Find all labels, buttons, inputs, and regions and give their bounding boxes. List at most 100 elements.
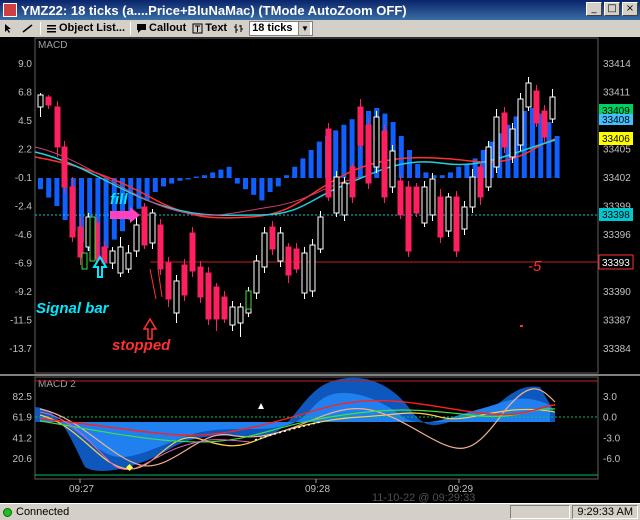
- right-axis-label: 33390: [603, 287, 631, 298]
- maximize-button[interactable]: □: [604, 2, 620, 16]
- toolbar: Object List... Callout Text 18 ticks ▼: [0, 20, 640, 36]
- stopped-annotation: stopped: [112, 337, 171, 354]
- status-cell-blank: [510, 505, 571, 519]
- candle-body: [389, 150, 396, 188]
- time-label-0928: 09:28: [305, 484, 330, 495]
- histogram-bar: [38, 178, 43, 190]
- candle-body: [509, 128, 516, 158]
- candle-body: [309, 244, 316, 292]
- left-axis-label: 9.0: [18, 59, 32, 70]
- chart-area[interactable]: MACD 9.0 6.8 4.5 2.2 -0.1 -2.4 -4.6 -6.9 -9.2 -11…: [0, 37, 640, 504]
- list-icon: [47, 24, 56, 32]
- histogram-bar: [464, 164, 470, 178]
- candle-body: [405, 186, 412, 252]
- candle-body: [189, 232, 196, 272]
- histogram-bar: [267, 178, 273, 192]
- histogram-bar: [554, 136, 560, 178]
- close-button[interactable]: ×: [622, 2, 638, 16]
- line-tool-icon: [22, 23, 33, 33]
- candle-body: [381, 130, 388, 198]
- candle-body: [397, 180, 404, 216]
- histogram-bar: [316, 141, 322, 178]
- histogram-bar: [169, 178, 175, 184]
- text-button[interactable]: Text: [189, 21, 230, 36]
- macd2-right-label: -6.0: [603, 454, 621, 465]
- line-tool[interactable]: [19, 21, 38, 36]
- candle-body: [501, 112, 508, 148]
- macd2-right-axis: 3.0 0.0 -3.0 -6.0: [603, 392, 621, 465]
- candle-body: [429, 178, 436, 216]
- cursor-tool[interactable]: [0, 21, 19, 36]
- candle-body: [413, 186, 420, 214]
- candle-body: [109, 250, 116, 264]
- histogram-bar: [292, 166, 298, 178]
- text-label: Text: [205, 22, 228, 34]
- histogram-bar: [111, 178, 117, 240]
- macd2-left-label: 41.2: [13, 433, 33, 444]
- candle-body: [133, 224, 140, 252]
- candle-body: [333, 176, 340, 214]
- candle-body: [461, 206, 468, 230]
- candle-body: [437, 196, 444, 238]
- histogram-bar: [103, 178, 109, 248]
- candle-body: [549, 96, 556, 120]
- price-tag-text: 33398: [602, 210, 630, 221]
- right-axis-label: 33384: [603, 344, 631, 355]
- app-icon: [3, 3, 17, 17]
- histogram-bar: [308, 150, 314, 178]
- title-bar[interactable]: YMZ22: 18 ticks (a....Price+BluNaMac) (T…: [0, 0, 640, 20]
- candle-body: [285, 246, 292, 276]
- signal-candle: [81, 252, 88, 270]
- window-title: YMZ22: 18 ticks (a....Price+BluNaMac) (T…: [21, 2, 407, 18]
- candle-body: [261, 232, 268, 268]
- histogram-bar: [456, 166, 462, 178]
- left-axis-label: -0.1: [15, 173, 33, 184]
- histogram-bar: [300, 158, 306, 178]
- left-axis-label: -2.4: [15, 202, 33, 213]
- connection-icon: [3, 507, 12, 517]
- status-bar: Connected 9:29:33 AM: [0, 503, 640, 520]
- interval-dropdown[interactable]: 18 ticks ▼: [249, 20, 314, 36]
- bar-interval-icon: [234, 23, 244, 33]
- candle-body: [349, 166, 356, 198]
- candle-body: [221, 296, 228, 320]
- price-tag-33408: 33408: [599, 114, 633, 126]
- candle-body: [54, 106, 61, 148]
- candle-body: [205, 272, 212, 320]
- histogram-bar: [407, 150, 412, 178]
- left-axis-label: -6.9: [15, 259, 33, 270]
- candle-body: [293, 248, 300, 270]
- histogram-bar: [136, 178, 142, 209]
- macd2-left-label: 61.9: [13, 413, 33, 424]
- histogram-bar: [423, 172, 429, 178]
- histogram-bar: [341, 124, 347, 178]
- left-axis-label: 6.8: [18, 88, 32, 99]
- left-axis-label: -11.5: [10, 316, 32, 327]
- left-axis-label: 4.5: [18, 116, 32, 127]
- candle-body: [533, 90, 540, 124]
- price-tag-text: 33406: [602, 134, 630, 145]
- histogram-bar: [177, 178, 183, 181]
- macd2-left-label: 82.5: [13, 392, 33, 403]
- chevron-down-icon: ▼: [298, 21, 311, 35]
- candle-body: [469, 176, 476, 208]
- signal-candle: [245, 290, 252, 310]
- histogram-bar: [284, 175, 289, 178]
- candle-body: [173, 280, 180, 314]
- time-label-0927: 09:27: [69, 484, 94, 495]
- histogram-bar: [185, 178, 191, 180]
- right-axis-label: 33414: [603, 59, 631, 70]
- histogram-bar: [210, 172, 216, 178]
- callout-button[interactable]: Callout: [133, 21, 189, 36]
- interval-tool[interactable]: [230, 21, 249, 36]
- candle-body: [269, 226, 276, 250]
- object-list-button[interactable]: Object List...: [43, 21, 128, 36]
- histogram-bar: [54, 178, 60, 206]
- candle-body: [317, 216, 324, 250]
- candle-body: [541, 110, 548, 138]
- loss-annotation: -5: [528, 258, 542, 275]
- histogram-bar: [251, 178, 257, 195]
- minimize-button[interactable]: _: [586, 2, 602, 16]
- clock: 9:29:33 AM: [572, 505, 638, 519]
- histogram-bar: [259, 178, 265, 201]
